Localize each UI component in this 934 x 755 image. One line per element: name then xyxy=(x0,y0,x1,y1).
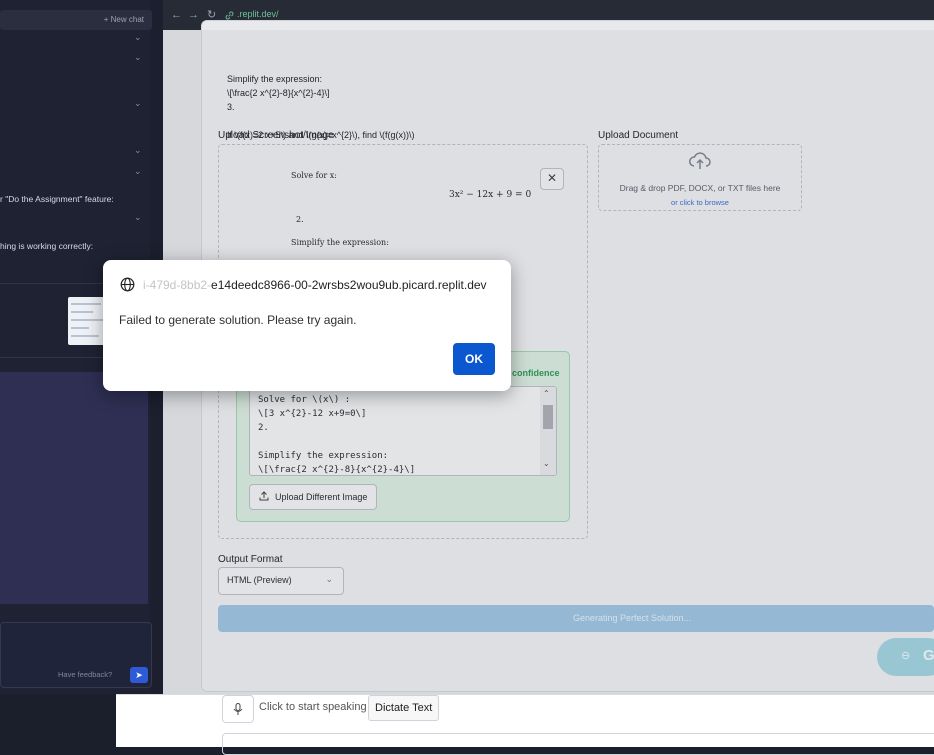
mic-status-label: Click to start speaking xyxy=(259,701,367,713)
chat-text-line: r "Do the Assignment" feature: xyxy=(0,194,114,204)
chat-text-line: hing is working correctly: xyxy=(0,241,94,251)
attachment-thumbnail[interactable] xyxy=(68,297,108,345)
chat-message-area xyxy=(0,372,148,604)
microphone-button[interactable] xyxy=(222,695,254,723)
ok-button[interactable]: OK xyxy=(453,343,495,375)
alert-dialog: i-479d-8bb2-e14deedc8966-00-2wrsbs2wou9u… xyxy=(103,260,511,391)
dialog-origin-host: e14deedc8966-00-2wrsbs2wou9ub.picard.rep… xyxy=(211,278,487,292)
chevron-down-icon[interactable]: ⌄ xyxy=(134,98,142,109)
chevron-down-icon[interactable]: ⌄ xyxy=(134,166,142,177)
feedback-link[interactable]: Have feedback? xyxy=(58,670,112,679)
send-icon: ➤ xyxy=(135,670,143,680)
dictate-text-button[interactable]: Dictate Text xyxy=(368,695,440,721)
dialog-origin-prefix: i-479d-8bb2- xyxy=(143,278,212,292)
dialog-message: Failed to generate solution. Please try … xyxy=(119,313,357,327)
new-chat-button[interactable]: + New chat xyxy=(0,10,152,30)
forward-arrow-icon[interactable]: → xyxy=(188,9,199,21)
microphone-icon xyxy=(233,702,243,715)
chevron-down-icon[interactable]: ⌄ xyxy=(134,212,142,223)
send-button[interactable]: ➤ xyxy=(130,667,148,683)
url-text: .replit.dev/ xyxy=(237,9,279,19)
globe-icon xyxy=(120,277,135,292)
chevron-down-icon[interactable]: ⌄ xyxy=(134,52,142,63)
link-icon xyxy=(225,11,234,20)
bottom-input[interactable] xyxy=(222,733,934,755)
chevron-down-icon[interactable]: ⌄ xyxy=(134,32,142,43)
chevron-down-icon[interactable]: ⌄ xyxy=(134,145,142,156)
dictation-bar: Click to start speaking Dictate Text xyxy=(116,694,934,755)
dialog-origin: i-479d-8bb2-e14deedc8966-00-2wrsbs2wou9u… xyxy=(143,278,487,292)
back-arrow-icon[interactable]: ← xyxy=(171,9,182,21)
